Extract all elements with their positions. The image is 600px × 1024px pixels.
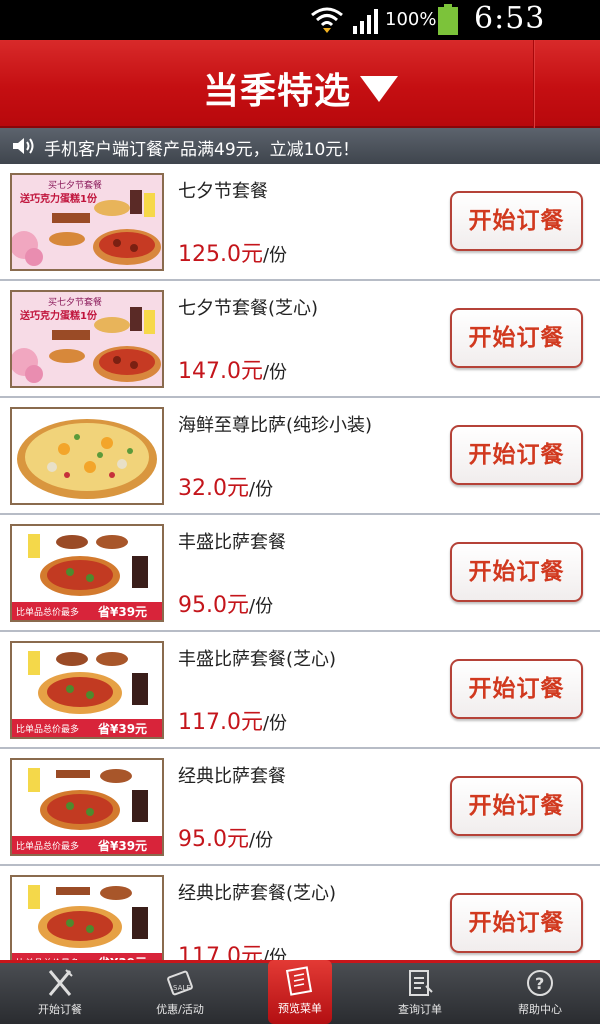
list-item[interactable]: 比单品总价最多 省¥39元 丰盛比萨套餐 95.0元/份 开始订餐: [0, 515, 600, 632]
product-image[interactable]: 比单品总价最多 省¥39元: [10, 758, 164, 856]
svg-text:送巧克力蛋糕1份: 送巧克力蛋糕1份: [19, 309, 98, 322]
qixi-combo-cheese-image: 买七夕节套餐 送巧克力蛋糕1份: [12, 292, 162, 386]
svg-text:SALE: SALE: [173, 984, 191, 992]
list-item[interactable]: 比单品总价最多 省¥39元 丰盛比萨套餐(芝心) 117.0元/份 开始订餐: [0, 632, 600, 749]
nav-label: 帮助中心: [518, 1003, 562, 1016]
coupon-sale-icon: SALE: [167, 970, 193, 996]
nav-label: 开始订餐: [38, 1003, 82, 1016]
product-image[interactable]: 买七夕节套餐 送巧克力蛋糕1份: [10, 290, 164, 388]
hearty-combo-image: 比单品总价最多 省¥39元: [12, 526, 162, 620]
svg-text:省¥39元: 省¥39元: [97, 604, 147, 619]
product-name: 经典比萨套餐(芝心): [178, 883, 337, 904]
product-price: 125.0元/份: [178, 242, 288, 267]
category-title[interactable]: 当季特选: [203, 62, 351, 114]
svg-text:比单品总价最多: 比单品总价最多: [16, 606, 79, 618]
svg-text:省¥39元: 省¥39元: [97, 721, 147, 736]
product-price: 95.0元/份: [178, 593, 274, 618]
product-image[interactable]: 比单品总价最多 省¥39元: [10, 524, 164, 622]
start-order-button[interactable]: 开始订餐: [450, 542, 583, 602]
svg-text:比单品总价最多: 比单品总价最多: [16, 840, 79, 852]
nav-label: 预览菜单: [278, 1002, 322, 1015]
svg-text:省¥39元: 省¥39元: [97, 838, 147, 853]
battery-percent: 100%: [385, 9, 437, 30]
list-item[interactable]: 比单品总价最多 省¥39元 经典比萨套餐 95.0元/份 开始订餐: [0, 749, 600, 866]
start-order-button[interactable]: 开始订餐: [450, 425, 583, 485]
product-image[interactable]: 比单品总价最多 省¥39元: [10, 641, 164, 739]
triangle-down-icon[interactable]: [360, 76, 398, 102]
product-price: 117.0元/份: [178, 944, 288, 960]
help-question-icon: ?: [527, 970, 553, 996]
list-item[interactable]: 比单品总价最多 省¥39元 经典比萨套餐(芝心) 117.0元/份 开始订餐: [0, 866, 600, 960]
nav-promotions[interactable]: SALE 优惠/活动: [120, 963, 240, 1024]
product-image[interactable]: [10, 407, 164, 505]
hearty-combo-cheese-image: 比单品总价最多 省¥39元: [12, 643, 162, 737]
app-header: 当季特选: [0, 40, 600, 128]
nav-query-orders[interactable]: 查询订单: [360, 963, 480, 1024]
list-item[interactable]: 买七夕节套餐 送巧克力蛋糕1份 七夕节套餐(芝心) 147.0元/份 开始订餐: [0, 281, 600, 398]
fork-knife-icon: [48, 969, 73, 996]
product-price: 32.0元/份: [178, 476, 274, 501]
product-name: 经典比萨套餐: [178, 766, 286, 787]
svg-text:送巧克力蛋糕1份: 送巧克力蛋糕1份: [19, 192, 98, 205]
product-name: 七夕节套餐(芝心): [178, 298, 319, 319]
product-price: 95.0元/份: [178, 827, 274, 852]
promo-text: 手机客户端订餐产品满49元，立减10元！: [44, 140, 360, 160]
nav-label: 查询订单: [398, 1003, 442, 1016]
list-item[interactable]: 海鲜至尊比萨(纯珍小装) 32.0元/份 开始订餐: [0, 398, 600, 515]
start-order-button[interactable]: 开始订餐: [450, 191, 583, 251]
product-name: 海鲜至尊比萨(纯珍小装): [178, 415, 373, 436]
start-order-button[interactable]: 开始订餐: [450, 308, 583, 368]
speaker-icon: [13, 138, 34, 154]
svg-text:买七夕节套餐: 买七夕节套餐: [48, 179, 102, 191]
product-name: 丰盛比萨套餐(芝心): [178, 649, 337, 670]
svg-text:比单品总价最多: 比单品总价最多: [16, 723, 79, 735]
list-item[interactable]: 买七夕节套餐 送巧克力蛋糕1份 七夕节套餐 125.0元/份 开始订餐: [0, 164, 600, 281]
signal-icon: [353, 9, 378, 34]
start-order-button[interactable]: 开始订餐: [450, 893, 583, 953]
product-name: 丰盛比萨套餐: [178, 532, 286, 553]
product-price: 147.0元/份: [178, 359, 288, 384]
nav-label: 优惠/活动: [156, 1003, 204, 1016]
svg-text:买七夕节套餐: 买七夕节套餐: [48, 296, 102, 308]
nav-help-center[interactable]: ? 帮助中心: [480, 963, 600, 1024]
promo-banner: 手机客户端订餐产品满49元，立减10元！: [0, 128, 600, 164]
bottom-nav: 开始订餐 SALE 优惠/活动 预览菜单 查询订单 ? 帮助中心: [0, 960, 600, 1024]
wifi-icon: [311, 7, 343, 33]
nav-start-order[interactable]: 开始订餐: [0, 963, 120, 1024]
svg-text:?: ?: [535, 974, 544, 993]
product-list[interactable]: 买七夕节套餐 送巧克力蛋糕1份 七夕节套餐 125.0元/份 开始订餐 买七夕节…: [0, 164, 600, 960]
product-image[interactable]: 比单品总价最多 省¥39元: [10, 875, 164, 960]
menu-book-icon: [285, 966, 313, 996]
header-divider: [533, 40, 534, 128]
status-bar: 100% 6:53 PM: [0, 0, 600, 71]
product-name: 七夕节套餐: [178, 181, 268, 202]
start-order-button[interactable]: 开始订餐: [450, 659, 583, 719]
classic-combo-image: 比单品总价最多 省¥39元: [12, 760, 162, 854]
qixi-combo-image: 买七夕节套餐 送巧克力蛋糕1份: [12, 175, 162, 269]
classic-combo-cheese-image: 比单品总价最多 省¥39元: [12, 877, 162, 960]
order-list-icon: [409, 970, 433, 996]
nav-preview-menu[interactable]: 预览菜单: [268, 960, 332, 1024]
product-image[interactable]: 买七夕节套餐 送巧克力蛋糕1份: [10, 173, 164, 271]
start-order-button[interactable]: 开始订餐: [450, 776, 583, 836]
seafood-pizza-image: [12, 409, 162, 503]
battery-icon: [438, 4, 458, 35]
product-price: 117.0元/份: [178, 710, 288, 735]
